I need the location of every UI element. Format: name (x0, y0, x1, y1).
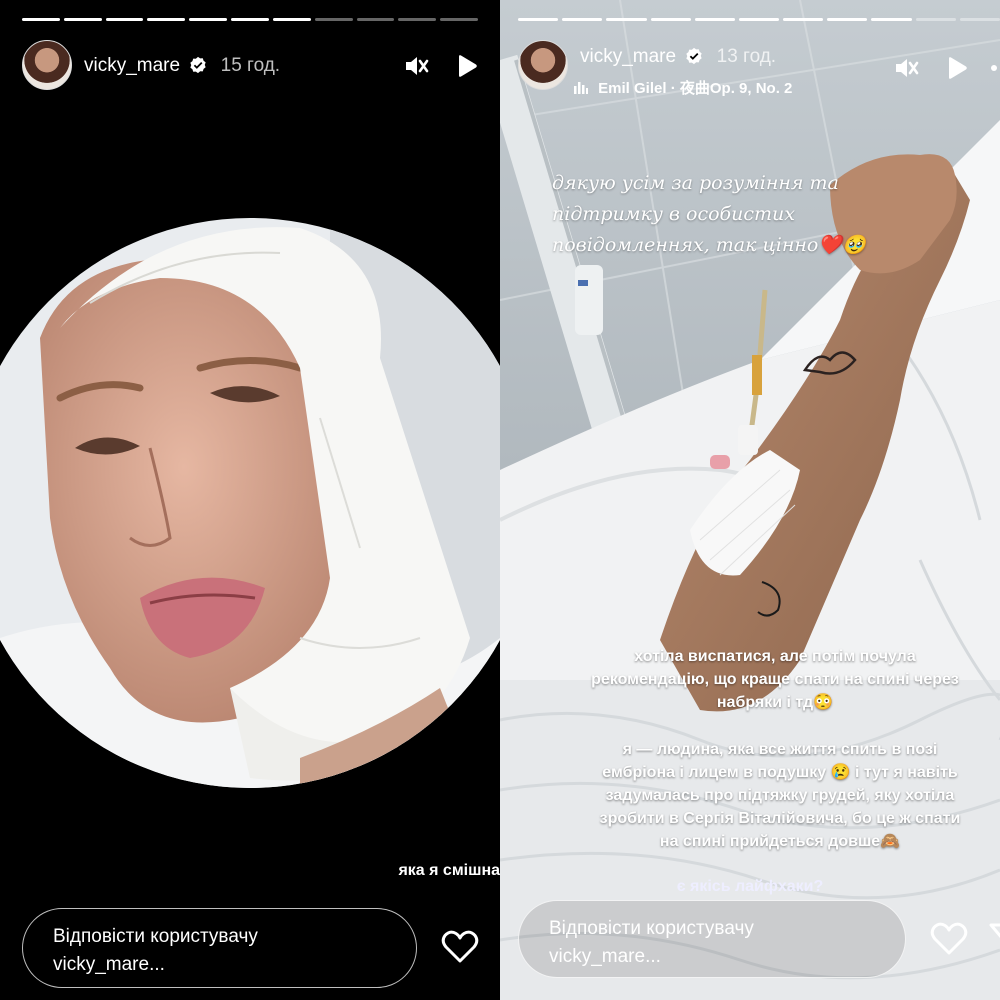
progress-segment (105, 18, 144, 21)
progress-segment (22, 18, 60, 21)
username[interactable]: vicky_mare (84, 55, 180, 76)
avatar[interactable] (518, 40, 568, 90)
username-line: vicky_mare 15 год. (84, 55, 280, 77)
progress-segment (694, 18, 735, 21)
music-label[interactable]: Emil Gilel · 夜曲Op. 9, No. 2 (574, 77, 792, 98)
story-time: 13 год. (716, 46, 777, 67)
progress-segment (314, 18, 353, 21)
story-paragraph-2: я — людина, яка все життя спить в позі е… (599, 741, 961, 850)
heart-icon[interactable] (441, 930, 479, 964)
handwritten-text: дякую усім за розуміння та підтримку в о… (552, 172, 866, 256)
progress-segment (356, 18, 395, 21)
reply-input[interactable]: Відповісти користувачу vicky_mare... (518, 900, 906, 978)
progress-segment (871, 18, 912, 21)
heart-icon[interactable] (930, 922, 968, 956)
story-right[interactable]: vicky_mare 13 год. Emil Gilel · 夜曲Op. 9,… (500, 0, 1000, 1000)
story-question: є якісь лайфхаки? (676, 878, 824, 895)
share-icon[interactable] (988, 922, 1000, 956)
story-header: vicky_mare 13 год. Emil Gilel · 夜曲Op. 9,… (518, 40, 997, 97)
story-paragraph-1: хотіла виспатися, але потім почула реком… (591, 648, 959, 711)
story-left[interactable]: vicky_mare 15 год. яка я смішна Відповіс… (0, 0, 500, 1000)
progress-segment (147, 18, 186, 21)
speaker-muted-icon[interactable] (402, 52, 430, 80)
play-icon[interactable] (452, 52, 480, 80)
music-track: Emil Gilel · 夜曲Op. 9, No. 2 (598, 80, 793, 97)
progress-segment (231, 18, 269, 21)
progress-segment (959, 18, 1000, 21)
progress-segment (272, 18, 311, 21)
username[interactable]: vicky_mare (580, 46, 676, 67)
reply-input[interactable]: Відповісти користувачу vicky_mare... (22, 908, 417, 988)
progress-bar (518, 18, 1000, 21)
more-options-icon[interactable] (988, 54, 1000, 82)
progress-segment (783, 18, 824, 21)
progress-segment (518, 18, 559, 21)
progress-segment (827, 18, 868, 21)
verified-badge-icon (686, 47, 703, 65)
progress-segment (398, 18, 437, 21)
progress-segment (63, 18, 102, 21)
play-icon[interactable] (942, 54, 970, 82)
progress-segment (440, 18, 478, 21)
username-line: vicky_mare 13 год. (580, 46, 776, 68)
reply-placeholder: Відповісти користувачу vicky_mare... (549, 918, 754, 967)
reply-placeholder: Відповісти користувачу vicky_mare... (53, 926, 258, 975)
story-header: vicky_mare 15 год. (22, 40, 490, 94)
progress-segment (562, 18, 603, 21)
story-caption: яка я смішна (398, 862, 500, 879)
story-video-circle (0, 218, 500, 788)
progress-bar (22, 18, 478, 21)
progress-segment (606, 18, 647, 21)
story-time: 15 год. (220, 55, 281, 76)
progress-segment (738, 18, 780, 21)
speaker-muted-icon[interactable] (892, 54, 920, 82)
progress-segment (915, 18, 956, 21)
music-bars-icon (574, 82, 588, 94)
avatar[interactable] (22, 40, 72, 90)
progress-segment (650, 18, 691, 21)
verified-badge-icon (190, 56, 207, 74)
progress-segment (189, 18, 228, 21)
